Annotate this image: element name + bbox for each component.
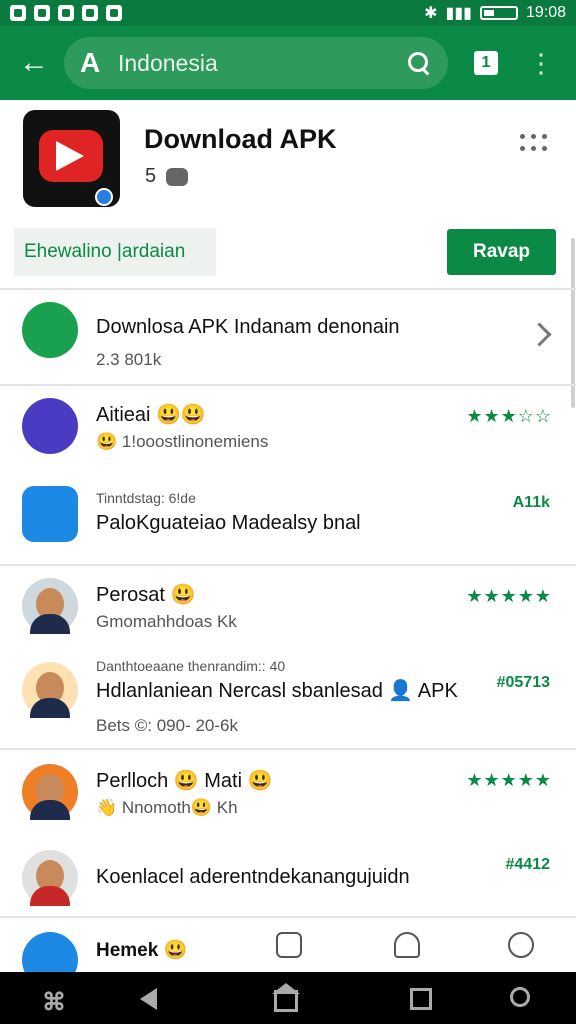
install-button[interactable]: Ravap — [447, 229, 556, 275]
item-title: Hdlanlaniean Nercasl sbanlesad 👤 APK — [96, 680, 458, 702]
verified-badge-icon — [95, 188, 113, 206]
star-rating: ★★★★★ — [466, 770, 552, 790]
chat-icon — [166, 167, 189, 186]
app-avatar-icon — [22, 486, 78, 542]
list-item[interactable]: Downlosa APK Indanam denonain 2.3 801k — [0, 290, 576, 384]
page-title: Download APK — [144, 124, 337, 154]
list-item[interactable]: Aitieai 😃😃 😃 1!ooostlinonemiens ★★★☆☆ — [0, 386, 576, 470]
avatar-suit — [30, 886, 70, 906]
assistant-icon[interactable] — [510, 987, 530, 1007]
home-icon[interactable] — [274, 990, 298, 1012]
recent-apps-icon[interactable] — [410, 988, 432, 1010]
bluetooth-icon: ✱ — [424, 5, 438, 22]
search-bar[interactable]: A Indonesia — [64, 37, 448, 89]
item-subtitle: 👋 Nnomoth😃 Kh — [96, 798, 238, 817]
play-icon — [56, 141, 84, 171]
app-meta: 5 — [145, 165, 189, 188]
item-title: Downlosa APK Indanam denonain — [96, 316, 400, 338]
grid-menu-icon[interactable] — [520, 134, 548, 154]
item-subtitle: 😃 1!ooostlinonemiens — [96, 432, 269, 451]
sync-icon — [106, 5, 122, 21]
item-subtitle: Gmomahhdoas Kk — [96, 612, 237, 631]
status-left-icons — [10, 5, 122, 21]
item-title: PaloKguateiao Madealsy bnal — [96, 512, 361, 534]
store-a-icon — [22, 302, 78, 358]
item-small: Tinntdstag: 6!de — [96, 490, 196, 506]
bottom-tab-label[interactable]: Hemek 😃 — [96, 938, 187, 962]
notification-icon[interactable] — [394, 932, 420, 958]
item-title: Aitieai 😃😃 — [96, 404, 206, 426]
app-bar: ← A Indonesia 1 ⋮ — [0, 26, 576, 100]
avatar-suit — [30, 698, 70, 718]
item-title: Koenlacel aderentndekanangujuidn — [96, 866, 410, 888]
star-rating: ★★★★★ — [466, 586, 552, 606]
list-item[interactable]: Koenlacel aderentndekanangujuidn #4412 — [0, 838, 576, 916]
item-title: Perlloch 😃 Mati 😃 — [96, 770, 273, 792]
info-icon[interactable] — [508, 932, 534, 958]
user-avatar — [22, 662, 78, 718]
back-icon[interactable] — [140, 988, 157, 1010]
list-item[interactable]: Danthtoeaane thenrandim:: 40 Hdlanlaniea… — [0, 648, 576, 746]
chevron-right-icon[interactable] — [527, 322, 552, 347]
screenshot-icon — [10, 5, 26, 21]
action-row: Ehewalino |ardaian Ravap — [0, 228, 576, 284]
tab-count-button[interactable]: 1 — [474, 51, 498, 75]
list-item[interactable]: Perosat 😃 Gmomahhdoas Kk ★★★★★ — [0, 566, 576, 646]
item-meta: A11k — [512, 494, 550, 511]
star-rating: ★★★☆☆ — [466, 406, 552, 426]
item-subtitle: 2.3 801k — [96, 350, 162, 369]
app-avatar-icon — [22, 398, 78, 454]
user-avatar — [22, 578, 78, 634]
bottom-tabs: Hemek 😃 — [0, 918, 576, 988]
add-icon[interactable] — [276, 932, 302, 958]
item-meta: #4412 — [505, 856, 551, 873]
more-options-icon[interactable]: ⋮ — [528, 50, 554, 76]
status-right-icons: ✱ ▮▮▮ 19:08 — [424, 3, 566, 23]
n-icon — [34, 5, 50, 21]
rating-value: 5 — [145, 165, 157, 187]
item-meta: #05713 — [496, 674, 550, 691]
item-title: Perosat 😃 — [96, 584, 196, 606]
signal-icon: ▮▮▮ — [445, 5, 472, 22]
search-text[interactable]: Indonesia — [118, 50, 406, 77]
list-item[interactable]: Tinntdstag: 6!de PaloKguateiao Madealsy … — [0, 472, 576, 562]
clock: 19:08 — [525, 4, 566, 21]
item-small: Danthtoeaane thenrandim:: 40 — [96, 658, 286, 674]
search-icon[interactable] — [406, 50, 432, 76]
store-logo-icon: A — [80, 47, 101, 78]
app-icon[interactable] — [23, 110, 120, 207]
list-item[interactable]: Perlloch 😃 Mati 😃 👋 Nnomoth😃 Kh ★★★★★ — [0, 750, 576, 830]
app-header: Download APK 5 — [0, 100, 576, 220]
back-arrow-icon[interactable]: ← — [14, 43, 54, 83]
user-avatar — [22, 764, 78, 820]
system-nav-bar: ⌘ — [0, 972, 576, 1024]
user-avatar — [22, 850, 78, 906]
avatar-suit — [30, 614, 70, 634]
description-chip[interactable]: Ehewalino |ardaian — [14, 228, 216, 276]
avatar-suit — [30, 800, 70, 820]
status-bar: ✱ ▮▮▮ 19:08 — [0, 0, 576, 26]
app-icon — [82, 5, 98, 21]
menu-icon[interactable]: ⌘ — [42, 988, 70, 1016]
battery-icon — [479, 6, 518, 20]
game-icon — [58, 5, 74, 21]
item-subtitle: Bets ©: 090- 20-6k — [96, 716, 238, 735]
